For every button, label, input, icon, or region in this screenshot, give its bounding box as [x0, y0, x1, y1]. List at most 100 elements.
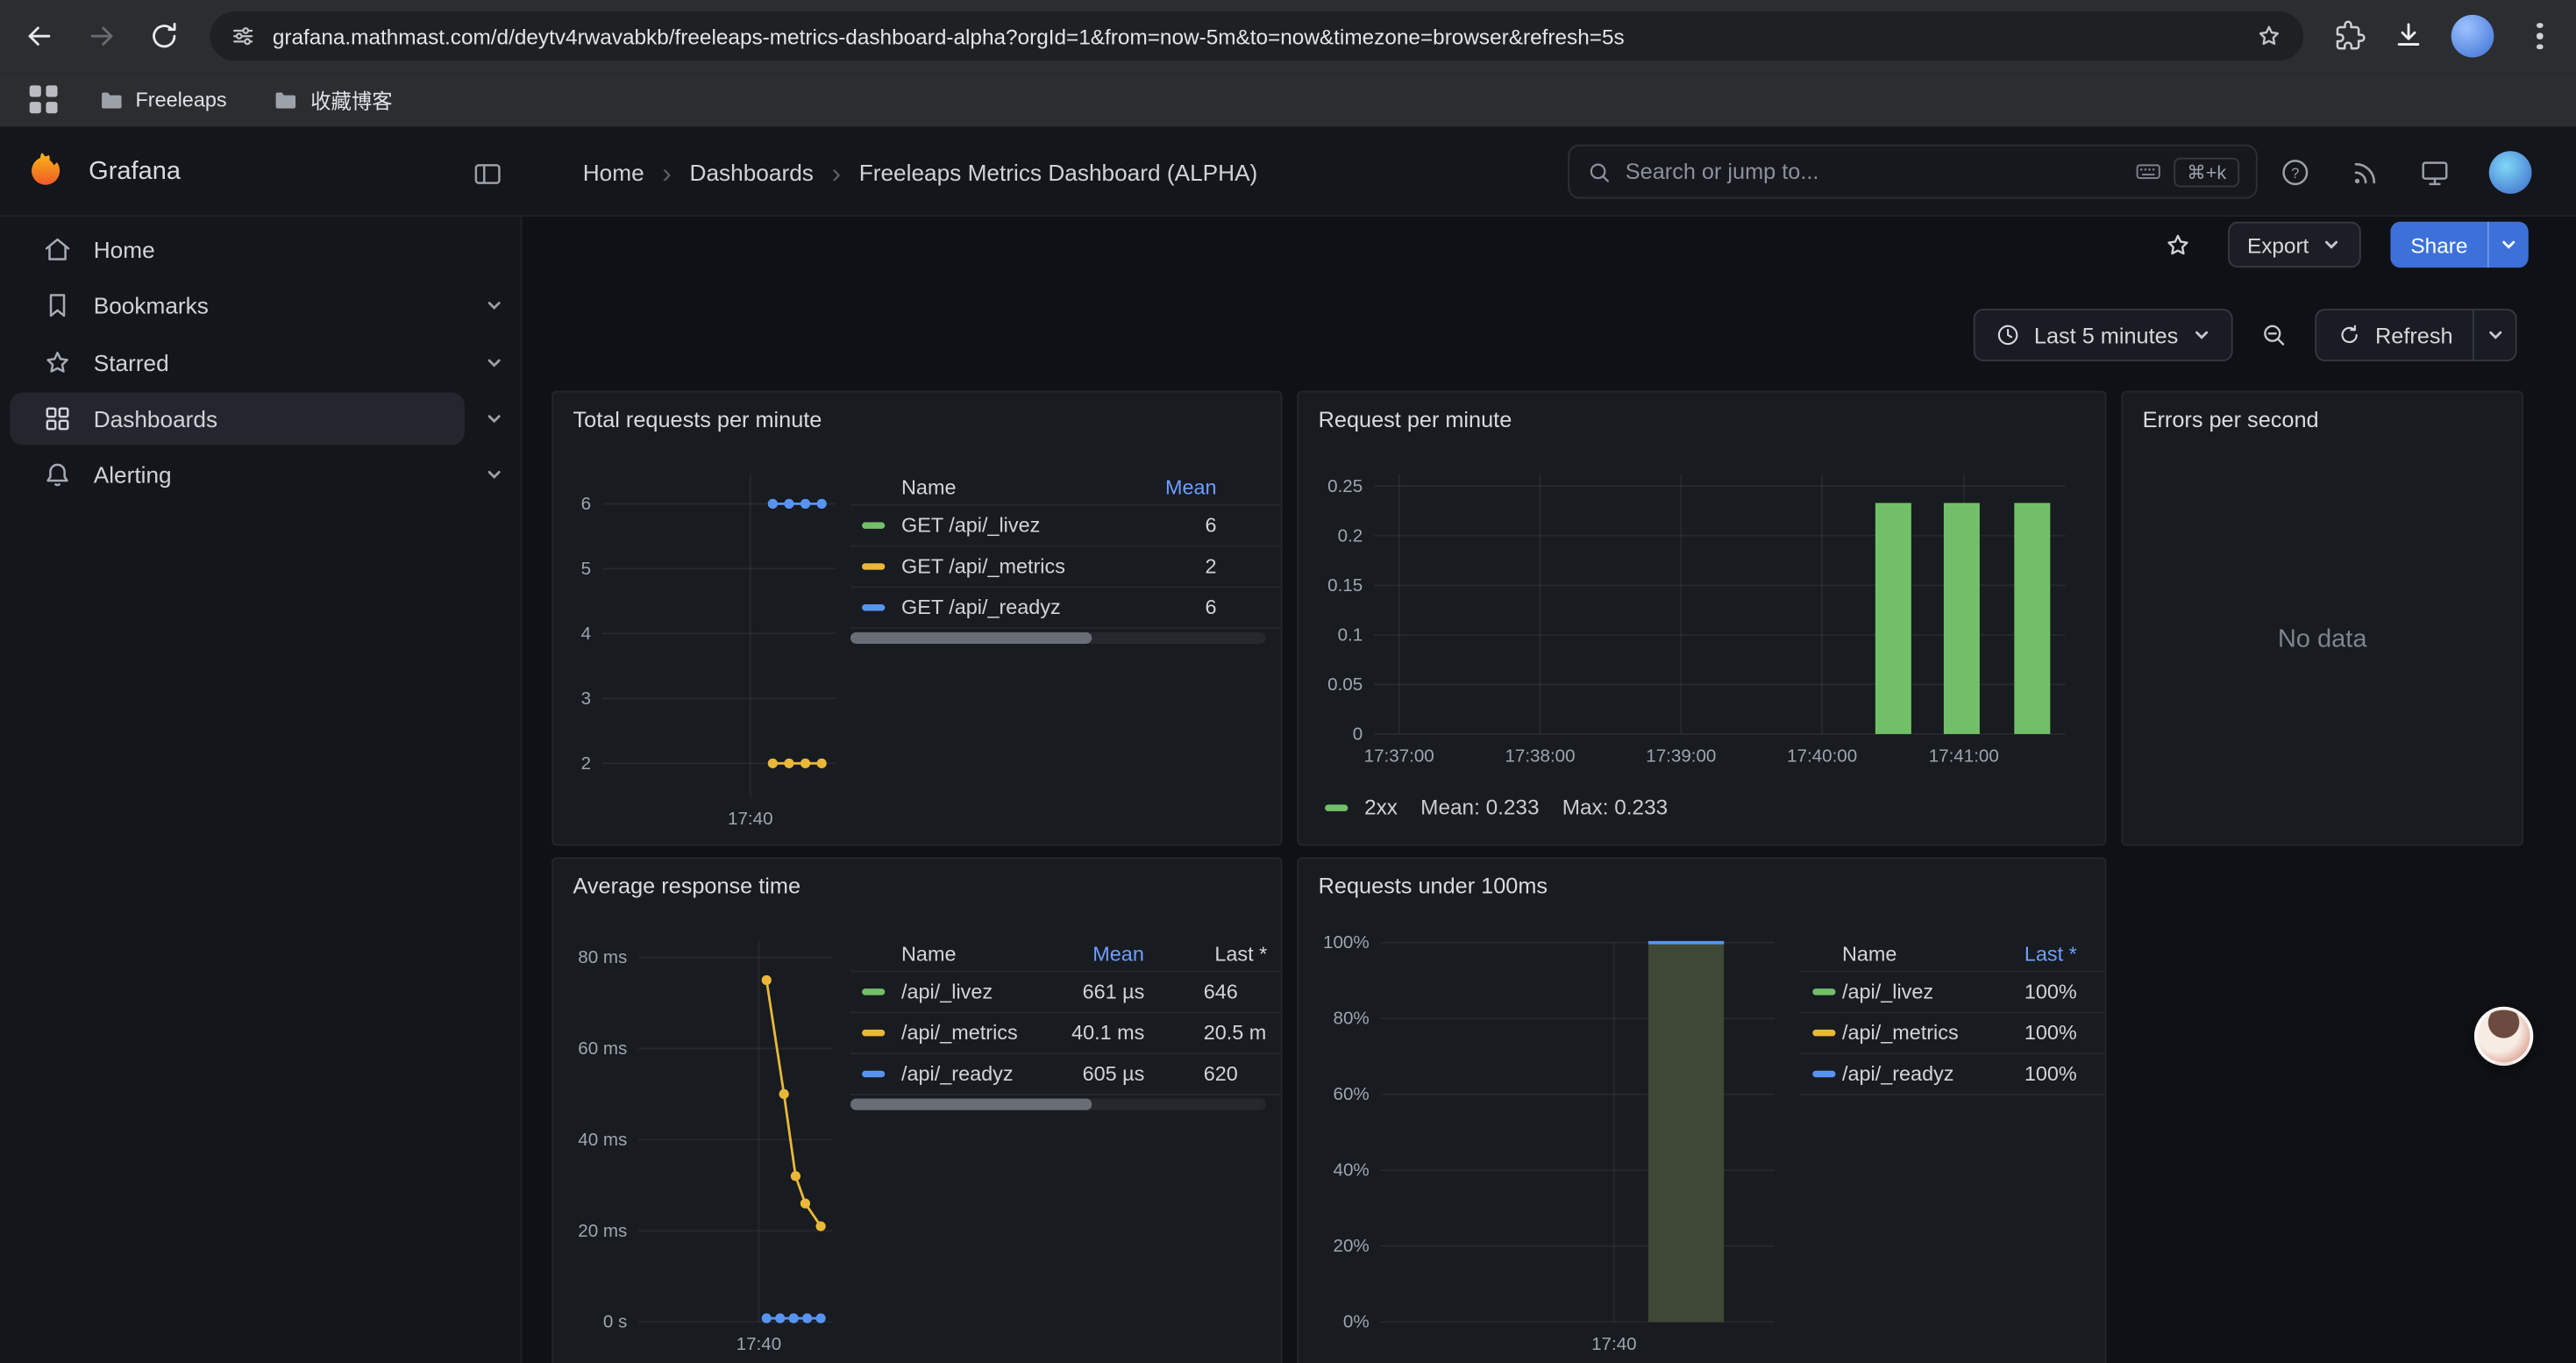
series-color-swatch	[862, 604, 885, 610]
legend-col-last[interactable]: Last *	[1990, 942, 2077, 965]
browser-profile-avatar[interactable]	[2451, 15, 2494, 58]
panel-average-response-time[interactable]: Average response time 80 ms60 ms40 ms20 …	[551, 857, 1282, 1363]
panel-title[interactable]: Request per minute	[1299, 392, 2104, 432]
legend-row[interactable]: GET /api/_readyz 6	[850, 588, 1282, 629]
sidebar-toggle-icon[interactable]	[470, 156, 506, 192]
grafana-logo[interactable]	[26, 151, 69, 194]
timeseries-chart[interactable]: 80 ms60 ms40 ms20 ms0 s17:40	[566, 928, 843, 1363]
favorite-star-icon[interactable]	[2159, 225, 2198, 265]
help-icon[interactable]: ?	[2277, 154, 2313, 190]
sidebar-item-home[interactable]: Home	[0, 222, 521, 278]
bookmark-star-icon[interactable]	[2254, 21, 2284, 51]
sidebar-item-starred[interactable]: Starred	[0, 334, 521, 390]
legend-row[interactable]: /api/_metrics 100%	[1799, 1013, 2106, 1054]
series-mean-value: 40.1 ms	[1057, 1022, 1145, 1045]
series-name[interactable]: 2xx	[1364, 795, 1398, 819]
refresh-interval-button[interactable]	[2473, 310, 2516, 360]
scrollbar-thumb[interactable]	[850, 632, 1092, 644]
series-last-value: 20.5 m	[1204, 1022, 1283, 1045]
news-rss-icon[interactable]	[2346, 154, 2382, 190]
svg-text:60%: 60%	[1333, 1084, 1369, 1104]
url-text[interactable]: grafana.mathmast.com/d/deytv4rwavabkb/fr…	[273, 24, 2238, 48]
legend-row[interactable]: GET /api/_metrics 2	[850, 546, 1282, 588]
legend-col-name[interactable]: Name	[1842, 942, 1990, 965]
refresh-button[interactable]: Refresh	[2315, 309, 2517, 361]
panel-title[interactable]: Total requests per minute	[553, 392, 1281, 432]
legend-col-last[interactable]: Last *	[1203, 942, 1282, 965]
legend-row[interactable]: /api/_livez 661 µs 646	[850, 972, 1282, 1013]
search-input[interactable]: Search or jump to... ⌘+k	[1568, 145, 2257, 199]
svg-text:60 ms: 60 ms	[578, 1038, 627, 1059]
series-color-swatch	[862, 522, 885, 528]
refresh-icon	[2336, 322, 2362, 348]
legend-row[interactable]: /api/_livez 100%	[1799, 972, 2106, 1013]
bookmark-label: Freeleaps	[135, 88, 226, 111]
chevron-down-icon[interactable]	[484, 409, 503, 428]
breadcrumb-dashboards[interactable]: Dashboards	[690, 160, 814, 186]
browser-menu-icon[interactable]	[2520, 23, 2559, 50]
legend-row[interactable]: /api/_readyz 605 µs 620	[850, 1054, 1282, 1095]
bookmark-folder-freeleaps[interactable]: Freeleaps	[83, 80, 242, 119]
panel-request-per-minute[interactable]: Request per minute 0.250.20.150.10.05017…	[1297, 391, 2106, 846]
legend-h-scrollbar[interactable]	[850, 632, 1266, 644]
chevron-down-icon[interactable]	[484, 465, 503, 484]
apps-grid-icon[interactable]	[30, 86, 57, 113]
legend-row[interactable]: /api/_readyz 100%	[1799, 1054, 2106, 1095]
breadcrumb-current[interactable]: Freeleaps Metrics Dashboard (ALPHA)	[859, 160, 1258, 186]
sidebar-item-alerting[interactable]: Alerting	[0, 447, 521, 503]
bar-chart[interactable]: 0.250.20.150.10.05017:37:0017:38:0017:39…	[1312, 461, 2095, 774]
panel-errors-per-second[interactable]: Errors per second No data	[2121, 391, 2523, 846]
series-mean-value: 2	[1114, 555, 1216, 578]
sidebar-item-bookmarks[interactable]: Bookmarks	[0, 278, 521, 334]
sidebar-item-dashboards[interactable]: Dashboards	[0, 390, 521, 446]
downloads-icon[interactable]	[2392, 19, 2424, 52]
screen: grafana.mathmast.com/d/deytv4rwavabkb/fr…	[0, 0, 2576, 1363]
chevron-down-icon[interactable]	[484, 296, 503, 316]
legend-row[interactable]: /api/_metrics 40.1 ms 20.5 m	[850, 1013, 1282, 1054]
legend-col-name[interactable]: Name	[901, 942, 1056, 965]
series-name: GET /api/_livez	[901, 514, 1114, 537]
export-button[interactable]: Export	[2227, 222, 2361, 268]
folder-icon	[97, 86, 124, 112]
share-button[interactable]: Share	[2391, 222, 2529, 268]
svg-text:0 s: 0 s	[603, 1312, 627, 1332]
panel-title[interactable]: Requests under 100ms	[1299, 859, 2104, 898]
zoom-out-button[interactable]	[2245, 309, 2302, 361]
legend-col-mean[interactable]: Mean	[1114, 475, 1216, 498]
assistant-avatar-button[interactable]	[2474, 1007, 2533, 1066]
extensions-icon[interactable]	[2333, 19, 2366, 52]
panel-title[interactable]: Average response time	[553, 859, 1281, 898]
legend-col-name[interactable]: Name	[901, 475, 1114, 498]
display-icon[interactable]	[2416, 154, 2452, 190]
legend-col-mean[interactable]: Mean	[1056, 942, 1144, 965]
series-mean-value: 605 µs	[1057, 1062, 1145, 1085]
legend-row[interactable]: GET /api/_livez 6	[850, 506, 1282, 547]
panel-title[interactable]: Errors per second	[2123, 392, 2522, 432]
reload-icon[interactable]	[145, 17, 184, 56]
dashboard-toolbar: Export Share	[2159, 220, 2529, 269]
user-avatar[interactable]	[2489, 151, 2532, 194]
time-range-picker[interactable]: Last 5 minutes	[1974, 309, 2232, 361]
series-color-swatch	[1325, 803, 1348, 810]
svg-text:?: ?	[2291, 166, 2299, 182]
scrollbar-thumb[interactable]	[850, 1099, 1092, 1110]
url-bar[interactable]: grafana.mathmast.com/d/deytv4rwavabkb/fr…	[210, 11, 2303, 61]
svg-text:80%: 80%	[1333, 1009, 1369, 1029]
breadcrumb-home[interactable]: Home	[583, 160, 644, 186]
area-chart[interactable]: 100%80%60%40%20%0%17:40	[1312, 928, 1788, 1363]
site-settings-icon[interactable]	[230, 23, 256, 49]
panel-total-requests[interactable]: Total requests per minute 6543217:40 Nam…	[551, 391, 1282, 846]
chevron-down-icon[interactable]	[484, 353, 503, 372]
brand-name[interactable]: Grafana	[89, 128, 181, 217]
svg-text:5: 5	[581, 559, 591, 579]
forward-icon[interactable]	[82, 17, 122, 56]
back-icon[interactable]	[19, 17, 59, 56]
clock-icon	[1995, 322, 2021, 348]
panel-requests-under-100ms[interactable]: Requests under 100ms 100%80%60%40%20%0%1…	[1297, 857, 2106, 1363]
legend-h-scrollbar[interactable]	[850, 1099, 1266, 1110]
series-name: GET /api/_metrics	[901, 555, 1114, 578]
share-menu-button[interactable]	[2487, 222, 2529, 268]
timeseries-chart[interactable]: 6543217:40	[566, 461, 843, 839]
search-shortcut-badge: ⌘+k	[2174, 157, 2239, 187]
bookmark-folder-blogs[interactable]: 收藏博客	[258, 77, 407, 122]
